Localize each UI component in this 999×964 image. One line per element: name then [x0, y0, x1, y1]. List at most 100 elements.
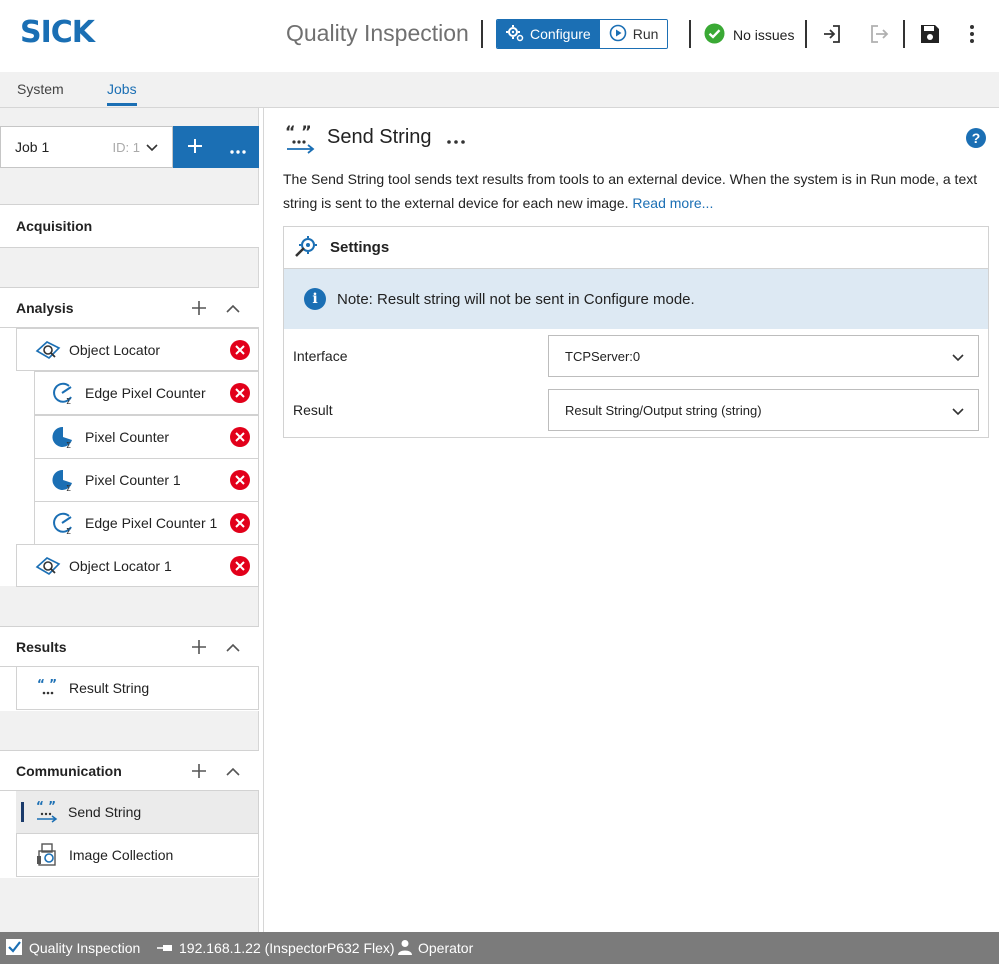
footer-app-name: Quality Inspection	[29, 940, 141, 956]
edge-pixel-counter-icon: Σ	[51, 380, 77, 406]
description-text: The Send String tool sends text results …	[283, 171, 978, 211]
interface-label: Interface	[293, 348, 348, 364]
send-string-icon: “ ”	[284, 122, 318, 157]
tool-object-locator[interactable]: Object Locator	[16, 328, 259, 371]
info-icon: i	[304, 288, 326, 310]
read-more-link[interactable]: Read more...	[632, 195, 713, 211]
gears-icon	[506, 24, 524, 45]
edge-pixel-counter-icon: Σ	[51, 510, 77, 536]
tool-more-button[interactable]	[447, 128, 465, 149]
divider	[903, 20, 905, 48]
selection-indicator	[21, 802, 24, 822]
chevron-down-icon	[952, 350, 964, 365]
error-icon	[230, 513, 250, 533]
device-address: 192.168.1.22 (InspectorP632 Flex)	[179, 940, 395, 956]
tool-label: Send String	[68, 804, 142, 820]
help-icon[interactable]: ?	[966, 128, 986, 148]
divider	[805, 20, 807, 48]
more-vertical-icon[interactable]	[960, 22, 984, 46]
logout-icon[interactable]	[867, 22, 891, 46]
run-mode-button[interactable]: Run	[599, 20, 668, 48]
top-header: SICK Quality Inspection Configure Run No…	[0, 0, 999, 72]
collapse-analysis-chevron-up-icon[interactable]	[224, 299, 242, 317]
divider	[689, 20, 691, 48]
status-indicator[interactable]: No issues	[704, 23, 794, 47]
settings-header[interactable]: Settings	[284, 227, 988, 269]
more-horizontal-icon	[229, 134, 246, 160]
configure-label: Configure	[530, 26, 591, 42]
tool-label: Image Collection	[69, 847, 174, 863]
job-name: Job 1	[15, 139, 50, 155]
status-bar: Quality Inspection 192.168.1.22 (Inspect…	[0, 932, 999, 964]
tool-label: Object Locator	[69, 341, 161, 358]
error-icon	[230, 470, 250, 490]
mode-toggle: Configure Run	[496, 19, 669, 49]
job-id: ID: 1	[112, 139, 140, 155]
configure-mode-button[interactable]: Configure	[497, 20, 600, 48]
error-icon	[230, 427, 250, 447]
svg-text:Σ: Σ	[66, 527, 71, 535]
section-title: Analysis	[16, 300, 74, 316]
object-locator-icon	[35, 337, 61, 363]
svg-text:Σ: Σ	[66, 441, 71, 449]
tool-description: The Send String tool sends text results …	[283, 167, 989, 215]
tool-edge-pixel-counter[interactable]: Σ Edge Pixel Counter	[34, 371, 259, 415]
app-check-icon	[5, 938, 23, 959]
result-label: Result	[293, 402, 333, 418]
result-select[interactable]: Result String/Output string (string)	[548, 389, 979, 431]
error-icon	[230, 555, 250, 576]
add-communication-button[interactable]	[190, 762, 208, 780]
plus-icon	[187, 134, 203, 160]
add-result-button[interactable]	[190, 638, 208, 656]
run-label: Run	[632, 26, 659, 42]
add-analysis-button[interactable]	[190, 299, 208, 317]
user-role: Operator	[418, 940, 474, 956]
info-note: i Note: Result string will not be sent i…	[284, 269, 988, 329]
tool-object-locator-1[interactable]: Object Locator 1	[16, 544, 259, 587]
section-communication-header: Communication	[0, 750, 259, 791]
collapse-communication-chevron-up-icon[interactable]	[224, 762, 242, 780]
tool-label: Edge Pixel Counter 1	[85, 515, 218, 531]
sidebar: Job 1 ID: 1 Acquisition Analysis Object …	[0, 108, 259, 932]
tool-label: Pixel Counter	[85, 429, 170, 445]
section-acquisition[interactable]: Acquisition	[0, 204, 259, 248]
svg-text:“ ”: “ ”	[285, 124, 312, 141]
error-icon	[230, 339, 250, 360]
job-selector[interactable]: Job 1 ID: 1	[0, 126, 173, 168]
job-more-button[interactable]	[216, 126, 259, 168]
tab-system[interactable]: System	[17, 81, 64, 97]
tool-label: Edge Pixel Counter	[85, 385, 206, 401]
tool-pixel-counter-1[interactable]: Σ Pixel Counter 1	[34, 458, 259, 502]
tool-pixel-counter[interactable]: Σ Pixel Counter	[34, 415, 259, 459]
image-collection-icon	[35, 842, 61, 868]
add-job-button[interactable]	[173, 126, 216, 168]
tool-edge-pixel-counter-1[interactable]: Σ Edge Pixel Counter 1	[34, 501, 259, 545]
interface-select[interactable]: TCPServer:0	[548, 335, 979, 377]
collapse-results-chevron-up-icon[interactable]	[224, 638, 242, 656]
play-circle-icon	[609, 24, 627, 45]
note-text: Note: Result string will not be sent in …	[337, 290, 695, 308]
pixel-counter-icon: Σ	[51, 467, 77, 493]
section-title: Communication	[16, 763, 122, 779]
tool-send-string[interactable]: “ ” Send String	[16, 790, 259, 834]
chevron-down-icon	[146, 140, 158, 155]
settings-panel: Settings i Note: Result string will not …	[283, 226, 989, 438]
page-title: Send String	[327, 126, 432, 148]
tab-bar: System Jobs	[0, 72, 999, 108]
tool-result-string[interactable]: “ ” Result String	[16, 666, 259, 710]
settings-title: Settings	[330, 239, 390, 256]
login-icon[interactable]	[820, 22, 844, 46]
save-icon[interactable]	[918, 22, 942, 46]
chevron-down-icon	[952, 404, 964, 419]
section-title: Acquisition	[16, 218, 93, 234]
tab-jobs[interactable]: Jobs	[107, 81, 137, 106]
svg-text:“ ”: “ ”	[36, 801, 56, 813]
interface-value: TCPServer:0	[565, 348, 641, 364]
tool-image-collection[interactable]: Image Collection	[16, 833, 259, 877]
wrench-gear-icon	[294, 234, 320, 261]
footer-device: 192.168.1.22 (InspectorP632 Flex)	[157, 932, 395, 964]
sidebar-divider	[263, 108, 264, 932]
error-icon	[230, 383, 250, 403]
tool-label: Result String	[69, 680, 150, 696]
footer-user: Operator	[398, 932, 473, 964]
